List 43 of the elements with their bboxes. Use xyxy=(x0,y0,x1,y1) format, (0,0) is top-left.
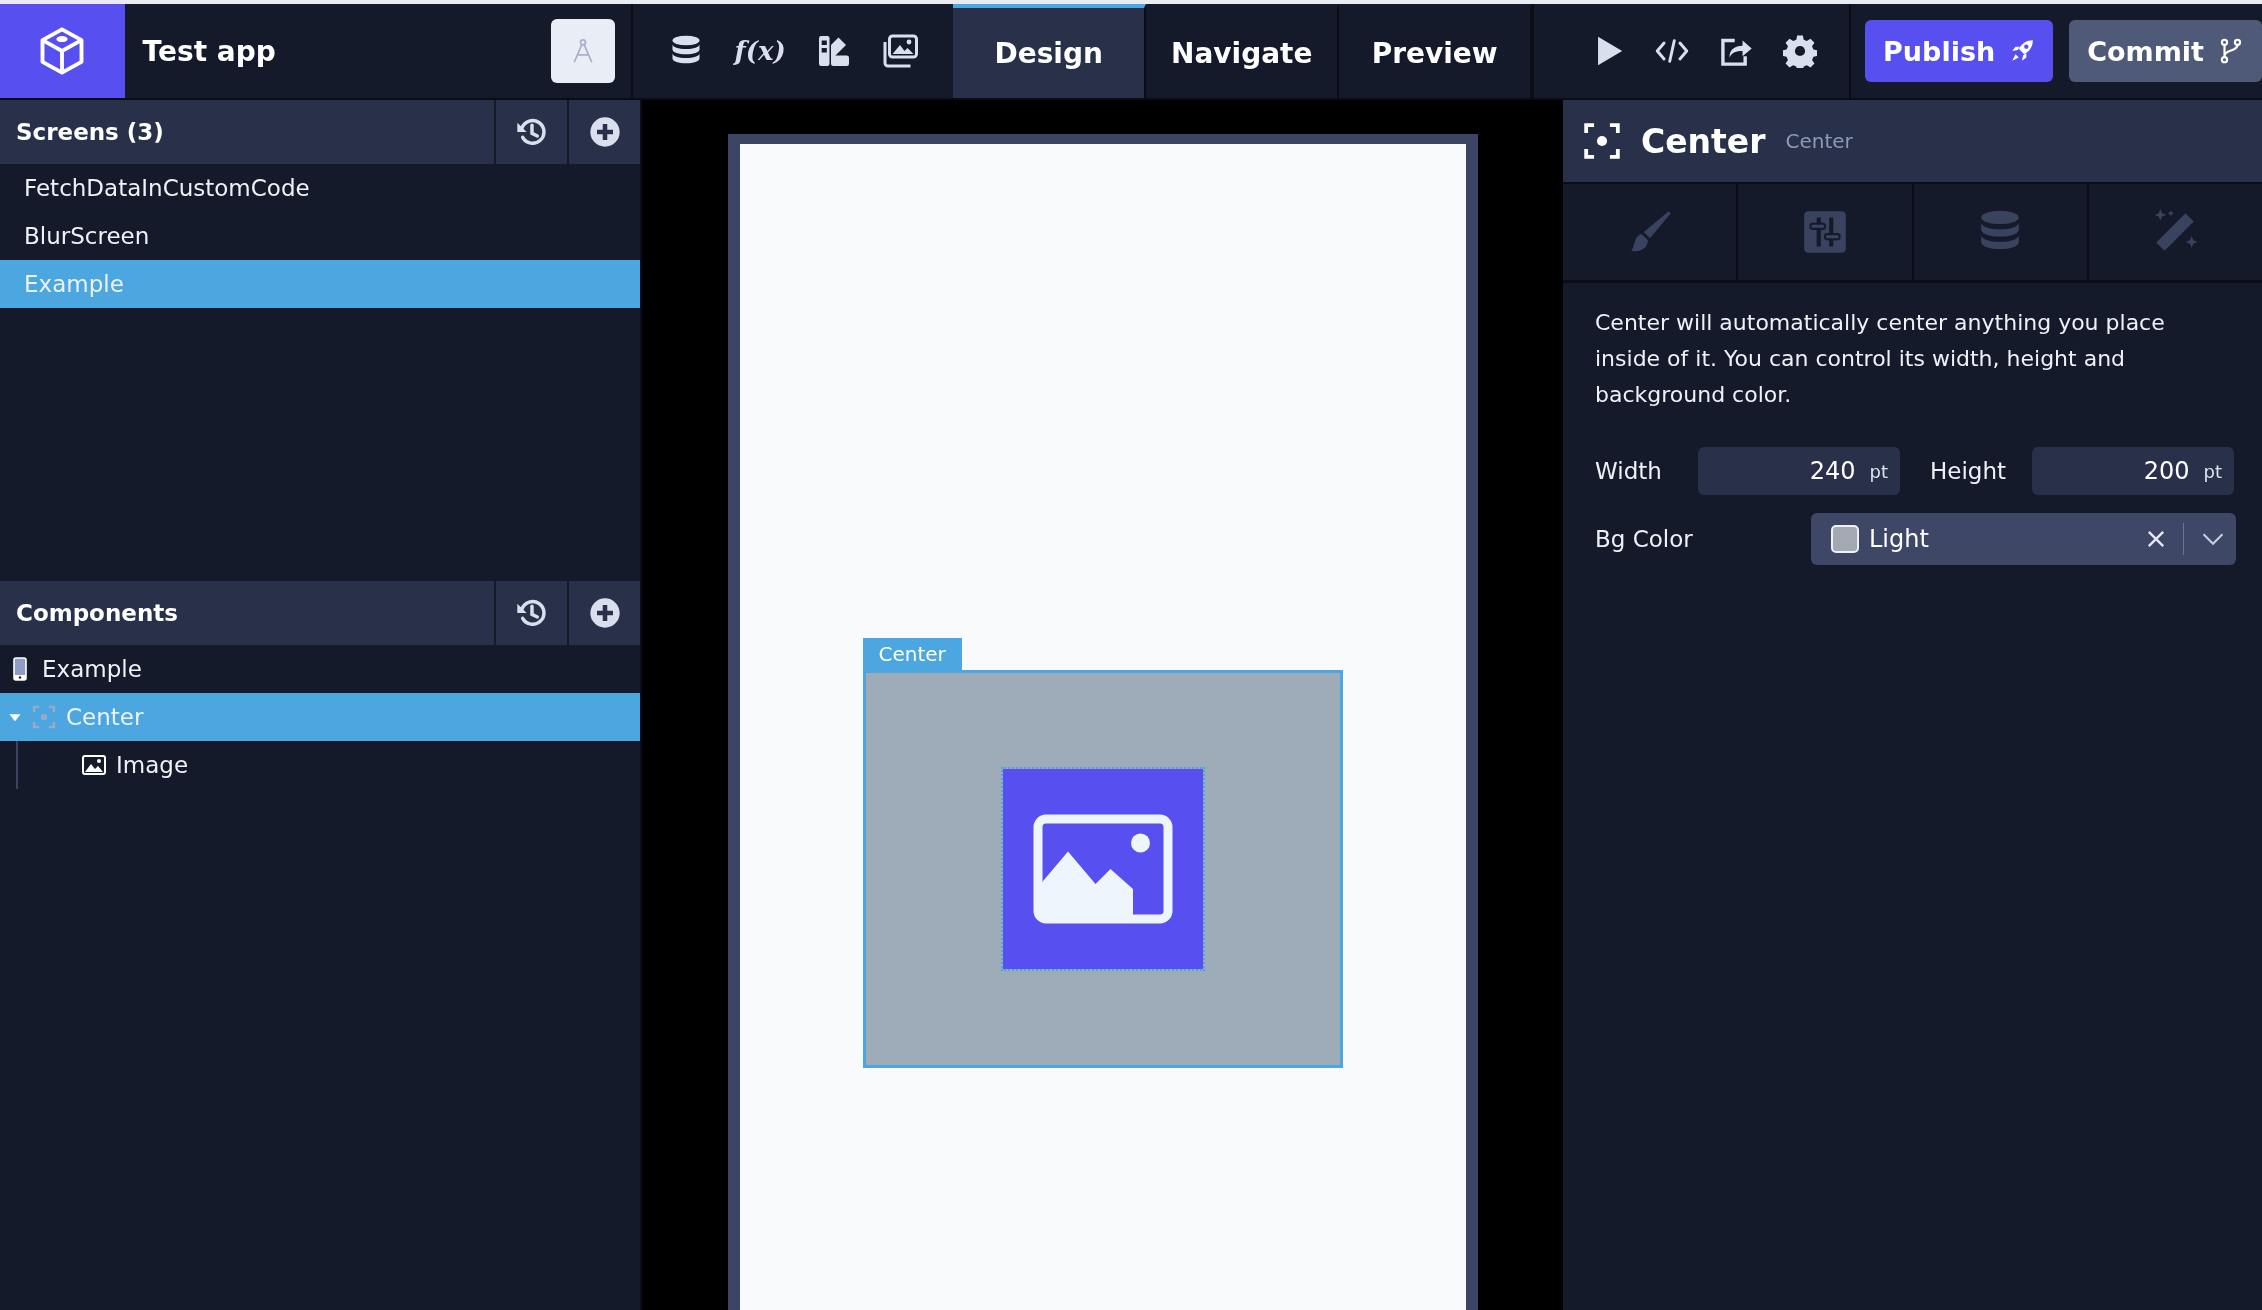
tree-label: Example xyxy=(42,656,142,682)
rocket-icon xyxy=(2009,38,2036,64)
field-label: Width xyxy=(1595,458,1663,484)
commit-button[interactable]: Commit xyxy=(2069,20,2262,82)
branch-icon xyxy=(2218,38,2244,64)
history-icon xyxy=(515,116,548,148)
history-icon xyxy=(515,597,548,629)
image-placeholder[interactable] xyxy=(1002,769,1203,969)
swatch-icon[interactable] xyxy=(816,33,852,69)
tree-item[interactable]: Image xyxy=(18,741,640,789)
tree-label: Image xyxy=(116,752,189,778)
color-select[interactable]: Light xyxy=(1811,513,2236,565)
chevron-down-icon[interactable] xyxy=(2202,532,2224,546)
center-icon xyxy=(32,705,56,729)
number-field[interactable]: 200 pt xyxy=(2032,447,2235,495)
tree-item[interactable]: Example xyxy=(0,645,640,693)
field-label: Bg Color xyxy=(1595,526,1694,552)
center-container[interactable] xyxy=(862,670,1343,1068)
settings-icon[interactable] xyxy=(1783,34,1818,68)
panel-title: Screens (3) xyxy=(15,119,165,145)
nav-tab[interactable]: Design xyxy=(953,4,1147,98)
publish-button[interactable]: Publish xyxy=(1865,20,2054,82)
center-icon xyxy=(1583,122,1621,160)
screen-item[interactable]: FetchDataInCustomCode xyxy=(0,164,640,212)
inspector-title: Center xyxy=(1641,121,1766,161)
add-icon xyxy=(588,597,621,629)
field-label: Height xyxy=(1930,458,2007,484)
app-title: Test app xyxy=(142,34,276,68)
image-icon xyxy=(82,753,106,777)
description-text: Center will automatically center anything you place inside of it. You can control its width, height and background color. xyxy=(1595,309,2166,409)
compass-button[interactable] xyxy=(551,19,616,83)
add-icon xyxy=(588,116,621,148)
number-field[interactable]: 240 pt xyxy=(1698,447,1900,495)
clear-icon[interactable] xyxy=(2147,530,2165,548)
images-icon[interactable] xyxy=(882,33,919,69)
color-swatch xyxy=(1831,525,1859,553)
panel-title: Components xyxy=(15,600,179,626)
selection-label: Center xyxy=(862,638,962,670)
image-icon xyxy=(1032,813,1173,925)
tree-label: Center xyxy=(66,704,144,730)
inspector-subtitle: Center xyxy=(1785,129,1853,153)
function-icon[interactable]: f(x) xyxy=(734,36,786,66)
screen-item[interactable]: BlurScreen xyxy=(0,212,640,260)
